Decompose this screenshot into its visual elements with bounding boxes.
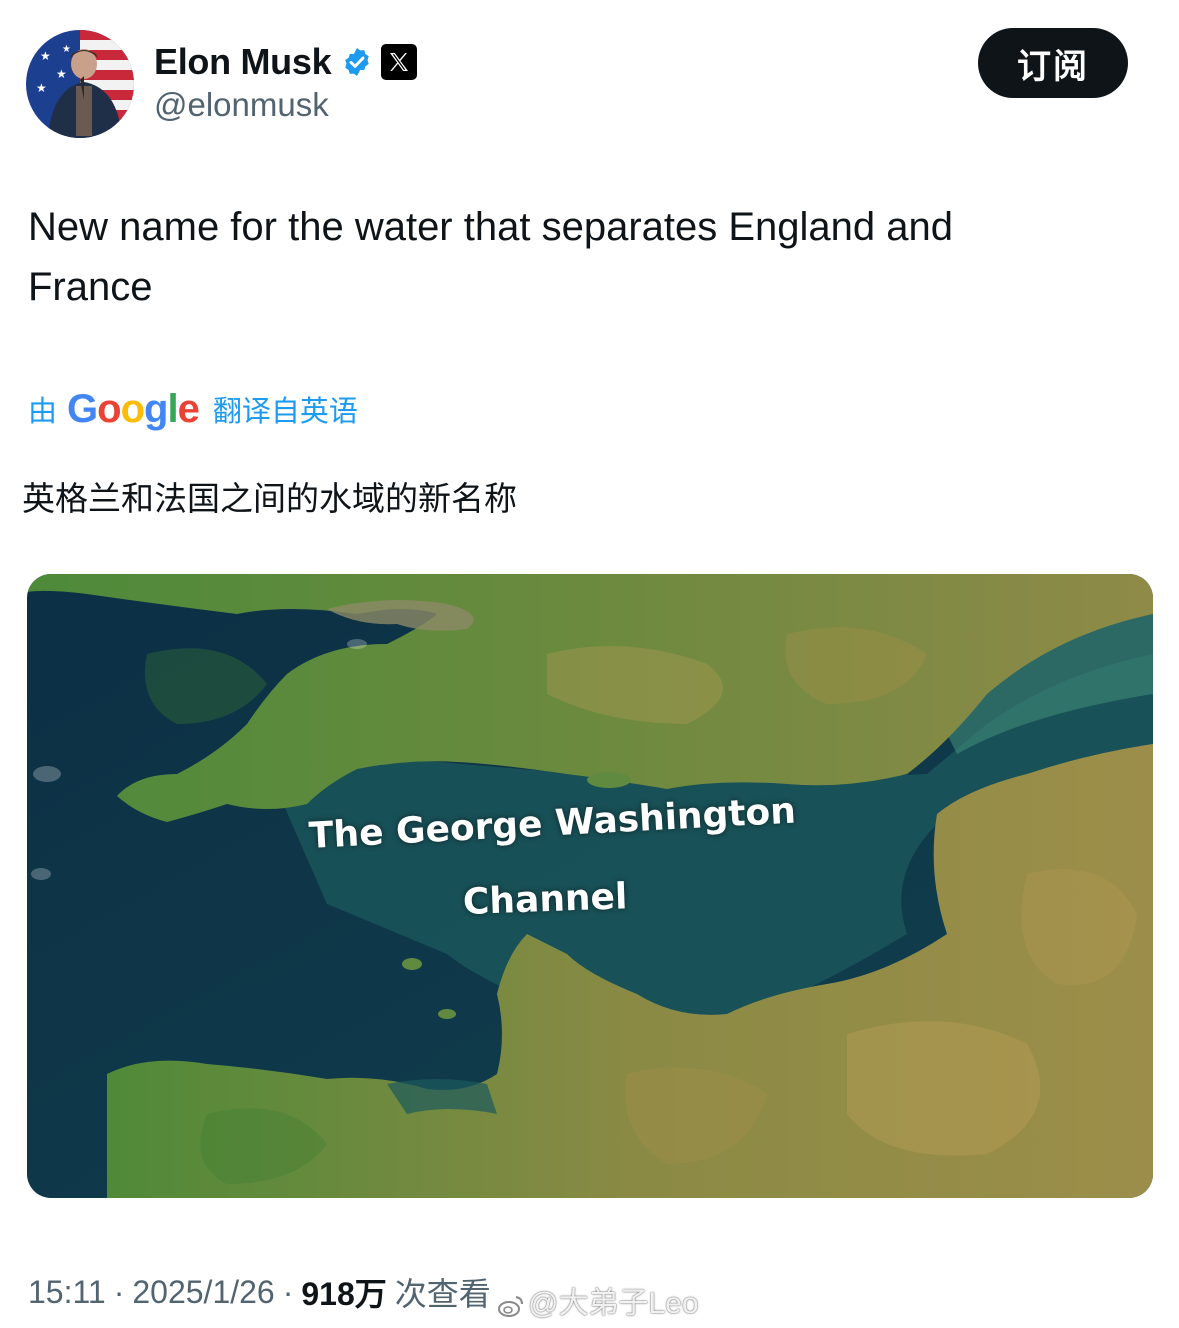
meta-separator-1: · (113, 1273, 125, 1310)
author-name-row: Elon Musk (154, 40, 418, 84)
translation-suffix: 翻译自英语 (212, 396, 358, 428)
google-logo: Google (67, 386, 200, 431)
view-count-label: 次查看 (394, 1276, 491, 1312)
svg-text:★: ★ (56, 67, 67, 81)
author-handle[interactable]: @elonmusk (154, 86, 329, 124)
tweet-meta: 15:11 · 2025/1/26 · 918万 次查看 (28, 1270, 491, 1314)
footer-fade (700, 1266, 1179, 1328)
author-display-name[interactable]: Elon Musk (154, 41, 332, 83)
meta-separator-2: · (282, 1273, 294, 1310)
translation-attribution[interactable]: 由 Google 翻译自英语 (28, 385, 358, 433)
tweet-text: New name for the water that separates En… (28, 205, 953, 309)
translation-prefix: 由 (28, 396, 58, 428)
svg-text:★: ★ (36, 81, 47, 95)
tweet-media-image[interactable]: The George Washington Channel (27, 574, 1153, 1198)
view-count: 918万 (301, 1276, 387, 1312)
subscribe-button[interactable]: 订阅 (978, 28, 1128, 98)
x-logo-icon (381, 44, 418, 80)
translated-text: 英格兰和法国之间的水域的新名称 (22, 480, 517, 517)
tweet-date[interactable]: 2025/1/26 (132, 1274, 274, 1311)
weibo-logo-icon (498, 1291, 524, 1325)
author-avatar[interactable]: ★ ★ ★ ★ (26, 30, 134, 138)
svg-text:★: ★ (62, 44, 71, 55)
svg-text:★: ★ (40, 49, 51, 63)
weibo-watermark: @大弟子Leo (498, 1278, 699, 1325)
verified-badge-icon (341, 46, 373, 78)
watermark-text: @大弟子Leo (528, 1287, 699, 1320)
tweet-time[interactable]: 15:11 (28, 1274, 106, 1311)
